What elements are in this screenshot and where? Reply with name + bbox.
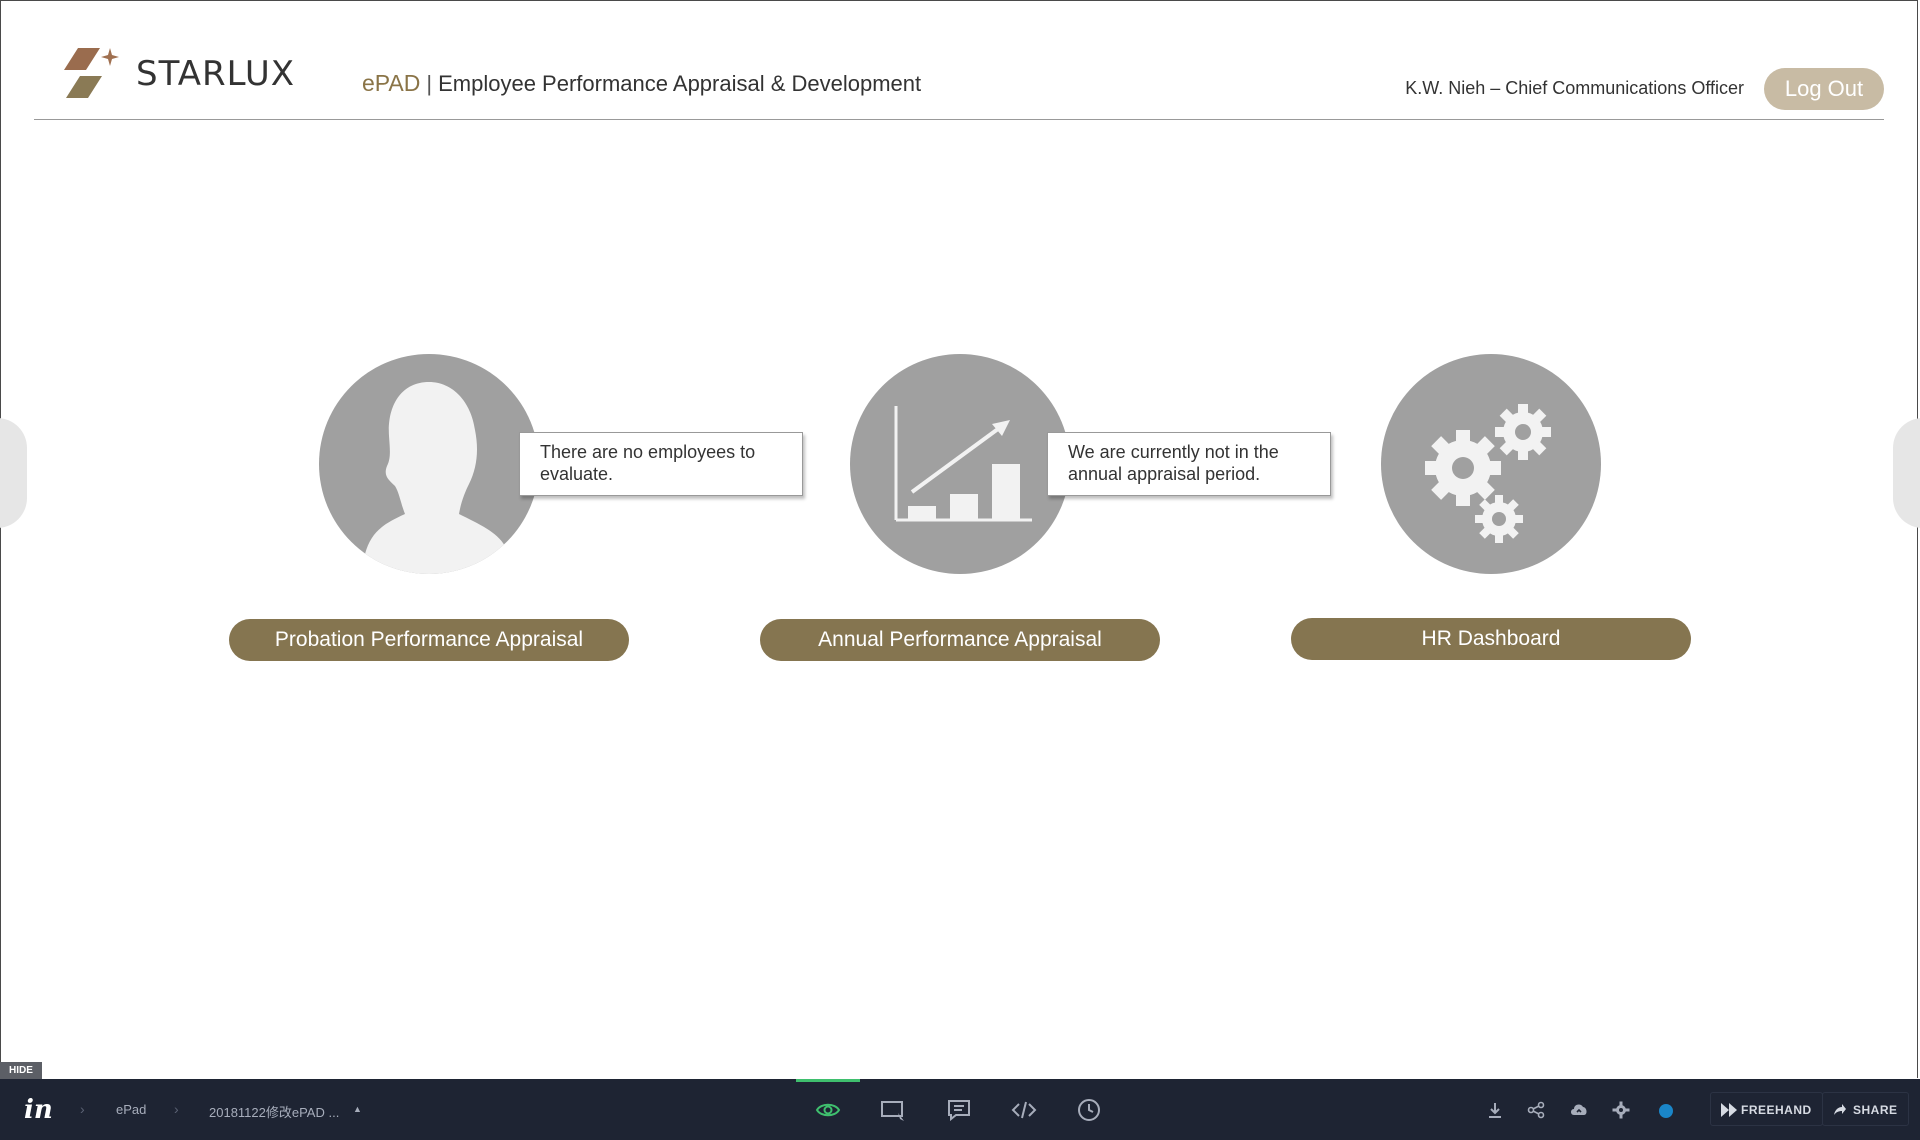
app-title: ePAD | Employee Performance Appraisal & De… [362,70,921,97]
clock-icon[interactable] [1076,1097,1102,1123]
caret-up-icon[interactable]: ▲ [353,1104,362,1114]
person-icon[interactable] [319,354,539,574]
prototype-toolbar: in › ePad › 20181122修改ePAD ... ▲ FREEHAN… [0,1079,1920,1140]
gears-icon[interactable] [1381,354,1601,574]
freehand-button[interactable]: FREEHAND [1710,1092,1823,1126]
logout-button[interactable]: Log Out [1764,68,1884,110]
header: STARLUX ePAD | Employee Performance Apprai… [34,30,1884,120]
share-label: SHARE [1853,1103,1898,1117]
comment-icon[interactable] [946,1097,972,1123]
screen-icon[interactable] [880,1097,906,1123]
breadcrumb-project[interactable]: ePad [116,1102,146,1117]
starlux-logo[interactable]: STARLUX [60,44,295,104]
app-full-name: Employee Performance Appraisal & Develop… [438,71,922,96]
breadcrumb-screen[interactable]: 20181122修改ePAD ... [209,1102,339,1121]
share-arrow-icon [1834,1104,1846,1115]
brand-name: STARLUX [136,54,296,94]
tooltip-annual: We are currently not in the annual appra… [1047,432,1331,496]
chevron-right-icon: › [80,1101,85,1117]
eye-icon[interactable] [815,1097,841,1123]
cloud-upload-icon[interactable] [1570,1101,1588,1119]
user-info: K.W. Nieh – Chief Communications Officer [1405,78,1744,98]
app-title-separator: | [426,71,433,96]
tooltip-probation: There are no employees to evaluate. [519,432,803,496]
header-divider [34,119,1884,120]
app-short-name: ePAD [362,70,421,96]
invision-logo[interactable]: in [24,1095,53,1125]
prev-screen-handle[interactable] [0,418,27,528]
download-icon[interactable] [1486,1101,1504,1119]
bar-chart-growth-icon[interactable] [850,354,1070,574]
gear-icon[interactable] [1612,1101,1630,1119]
share-button[interactable]: SHARE [1822,1092,1909,1126]
share-nodes-icon[interactable] [1527,1101,1545,1119]
probation-appraisal-button[interactable]: Probation Performance Appraisal [229,619,629,661]
freehand-label: FREEHAND [1741,1103,1812,1117]
freehand-icon [1721,1103,1737,1117]
code-icon[interactable] [1011,1097,1037,1123]
chevron-right-icon: › [174,1101,179,1117]
next-screen-handle[interactable] [1893,418,1920,528]
annual-appraisal-button[interactable]: Annual Performance Appraisal [760,619,1160,661]
active-mode-indicator [796,1079,860,1082]
hr-dashboard-button[interactable]: HR Dashboard [1291,618,1691,660]
status-dot[interactable] [1659,1104,1673,1118]
starlux-emblem-icon [64,48,119,98]
hide-toolbar-button[interactable]: HIDE [0,1062,42,1079]
